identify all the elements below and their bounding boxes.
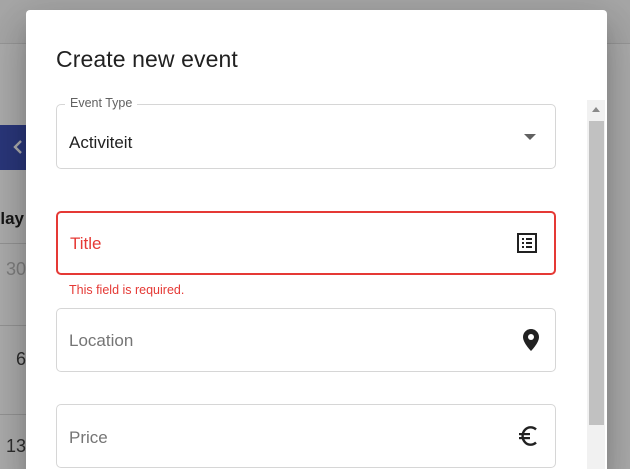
scrollbar-thumb[interactable] <box>589 121 604 425</box>
event-type-label: Event Type <box>65 96 138 110</box>
dialog-title: Create new event <box>56 46 238 72</box>
title-input[interactable]: Title <box>56 211 556 275</box>
title-placeholder: Title <box>70 234 102 253</box>
dialog-form: Event Type Activiteit Title This field i… <box>26 96 607 469</box>
title-error-message: This field is required. <box>69 283 185 297</box>
price-placeholder: Price <box>69 428 108 447</box>
list-icon <box>516 232 538 254</box>
location-pin-icon <box>523 329 539 351</box>
euro-icon <box>517 425 539 447</box>
event-type-value: Activiteit <box>69 133 133 152</box>
dialog-scrollbar[interactable] <box>587 100 605 469</box>
event-type-select[interactable]: Event Type Activiteit <box>56 96 556 169</box>
location-input[interactable]: Location <box>56 308 556 372</box>
dropdown-arrow-icon <box>523 133 537 141</box>
create-event-dialog: Create new event Event Type Activiteit T… <box>26 10 607 469</box>
location-placeholder: Location <box>69 331 134 350</box>
scroll-up-arrow-icon[interactable] <box>587 100 605 118</box>
price-input[interactable]: Price <box>56 404 556 468</box>
